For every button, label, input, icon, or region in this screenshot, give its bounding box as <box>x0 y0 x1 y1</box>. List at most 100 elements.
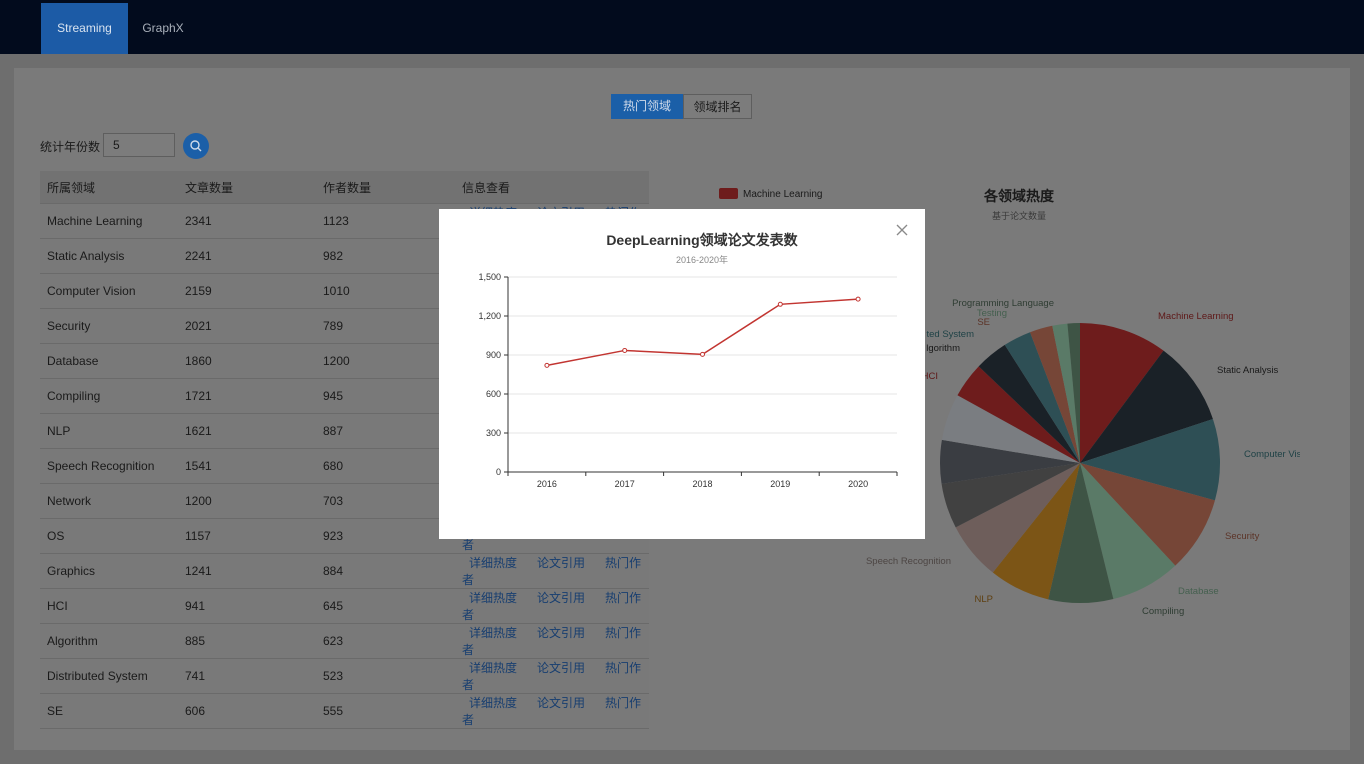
pie-outer-label: Database <box>1178 586 1219 597</box>
row-field: HCI <box>40 588 178 624</box>
detail-heat-link[interactable]: 详细热度 <box>469 696 517 710</box>
row-actions: 详细热度论文引用热门作者 <box>455 693 649 729</box>
pie-outer-label: Speech Recognition <box>866 556 951 567</box>
row-authors: 645 <box>316 588 455 624</box>
detail-heat-link[interactable]: 详细热度 <box>469 591 517 605</box>
row-papers: 885 <box>178 623 316 659</box>
row-papers: 941 <box>178 588 316 624</box>
table-row: Algorithm 885 623 详细热度 论文引用 热门作者 <box>40 623 649 659</box>
citation-link[interactable]: 论文引用 <box>537 591 585 605</box>
field-ranking-button[interactable]: 领域排名 <box>683 94 752 119</box>
row-papers: 2241 <box>178 238 316 274</box>
y-tick-label: 600 <box>486 389 501 399</box>
pie-outer-label: ted System <box>926 329 974 340</box>
row-papers: 2021 <box>178 308 316 344</box>
row-papers: 1621 <box>178 413 316 449</box>
y-tick-label: 900 <box>486 350 501 360</box>
data-point[interactable] <box>777 301 783 307</box>
pie-outer-label: Compiling <box>1142 606 1184 617</box>
row-papers: 1241 <box>178 553 316 589</box>
row-authors: 945 <box>316 378 455 414</box>
table-row: HCI 941 645 详细热度 论文引用 热门作者 <box>40 588 649 624</box>
col-header-papers: 文章数量 <box>178 171 316 204</box>
row-papers: 2159 <box>178 273 316 309</box>
detail-heat-link[interactable]: 详细热度 <box>469 556 517 570</box>
row-papers: 1200 <box>178 483 316 519</box>
row-field: SE <box>40 693 178 729</box>
data-point[interactable] <box>700 351 705 357</box>
detail-heat-link[interactable]: 详细热度 <box>469 626 517 640</box>
citation-link[interactable]: 论文引用 <box>537 661 585 675</box>
row-authors: 1123 <box>316 203 455 239</box>
row-authors: 1200 <box>316 343 455 379</box>
row-papers: 1541 <box>178 448 316 484</box>
citation-link[interactable]: 论文引用 <box>537 626 585 640</box>
tab-streaming[interactable]: Streaming <box>41 3 128 54</box>
year-count-label: 统计年份数 <box>40 140 101 154</box>
row-actions: 详细热度论文引用热门作者 <box>455 588 649 624</box>
hot-fields-button[interactable]: 热门领域 <box>611 94 683 119</box>
row-field: Security <box>40 308 178 344</box>
line-chart: DeepLearning领域论文发表数 2016-2020年 0 300 600 900 1… <box>478 232 898 489</box>
pie-subtitle: 基于论文数量 <box>991 211 1046 221</box>
row-authors: 982 <box>316 238 455 274</box>
citation-link[interactable]: 论文引用 <box>537 556 585 570</box>
table-row: Distributed System 741 523 详细热度 论文引用 热门作者 <box>40 658 649 694</box>
data-point[interactable] <box>622 347 628 353</box>
row-field: Database <box>40 343 178 379</box>
data-point[interactable] <box>855 296 861 302</box>
pie-outer-label: lgorithm <box>926 343 960 354</box>
pie-outer-label: Security <box>1225 531 1260 542</box>
year-count-input[interactable]: 5 <box>103 133 175 157</box>
top-navbar: Streaming GraphX <box>0 0 1364 54</box>
col-header-field: 所属领域 <box>40 171 178 204</box>
table-header-row: 所属领域 文章数量 作者数量 信息查看 <box>40 171 649 204</box>
row-papers: 606 <box>178 693 316 729</box>
tab-graphx[interactable]: GraphX <box>128 3 198 54</box>
legend-swatch <box>719 188 738 199</box>
row-field: Distributed System <box>40 658 178 694</box>
row-authors: 555 <box>316 693 455 729</box>
close-icon[interactable] <box>895 223 909 237</box>
row-authors: 923 <box>316 518 455 554</box>
pie-outer-label: Machine Learning <box>1158 311 1234 322</box>
data-point[interactable] <box>544 362 550 368</box>
row-authors: 884 <box>316 553 455 589</box>
pie-legend[interactable]: Machine Learning <box>719 188 823 200</box>
citation-link[interactable]: 论文引用 <box>537 696 585 710</box>
detail-heat-link[interactable]: 详细热度 <box>469 661 517 675</box>
row-actions: 详细热度论文引用热门作者 <box>455 623 649 659</box>
x-tick-label: 2020 <box>848 479 868 489</box>
row-field: Speech Recognition <box>40 448 178 484</box>
row-authors: 1010 <box>316 273 455 309</box>
pie-outer-label: NLP <box>975 594 993 605</box>
row-field: Computer Vision <box>40 273 178 309</box>
row-field: OS <box>40 518 178 554</box>
x-tick-label: 2019 <box>770 479 790 489</box>
line-chart-title: DeepLearning领域论文发表数 <box>606 232 798 248</box>
row-papers: 1157 <box>178 518 316 554</box>
row-authors: 703 <box>316 483 455 519</box>
table-row: SE 606 555 详细热度 论文引用 热门作者 <box>40 693 649 729</box>
row-authors: 623 <box>316 623 455 659</box>
pie-outer-label: Programming Language <box>952 298 1054 309</box>
row-field: Compiling <box>40 378 178 414</box>
pie-outer-label: Computer Vision <box>1244 449 1300 460</box>
row-field: NLP <box>40 413 178 449</box>
row-authors: 887 <box>316 413 455 449</box>
x-tick-label: 2016 <box>537 479 557 489</box>
row-papers: 2341 <box>178 203 316 239</box>
line-chart-subtitle: 2016-2020年 <box>676 254 728 265</box>
row-field: Static Analysis <box>40 238 178 274</box>
row-field: Machine Learning <box>40 203 178 239</box>
table-row: Graphics 1241 884 详细热度 论文引用 热门作者 <box>40 553 649 589</box>
row-actions: 详细热度论文引用热门作者 <box>455 658 649 694</box>
x-tick-label: 2017 <box>615 479 635 489</box>
col-header-info: 信息查看 <box>455 171 649 204</box>
search-icon <box>190 140 202 152</box>
pie-outer-label: Testing <box>977 308 1007 319</box>
row-actions: 详细热度论文引用热门作者 <box>455 553 649 589</box>
pie-title: 各领域热度 <box>984 188 1054 204</box>
search-button[interactable] <box>183 133 209 159</box>
row-papers: 1860 <box>178 343 316 379</box>
